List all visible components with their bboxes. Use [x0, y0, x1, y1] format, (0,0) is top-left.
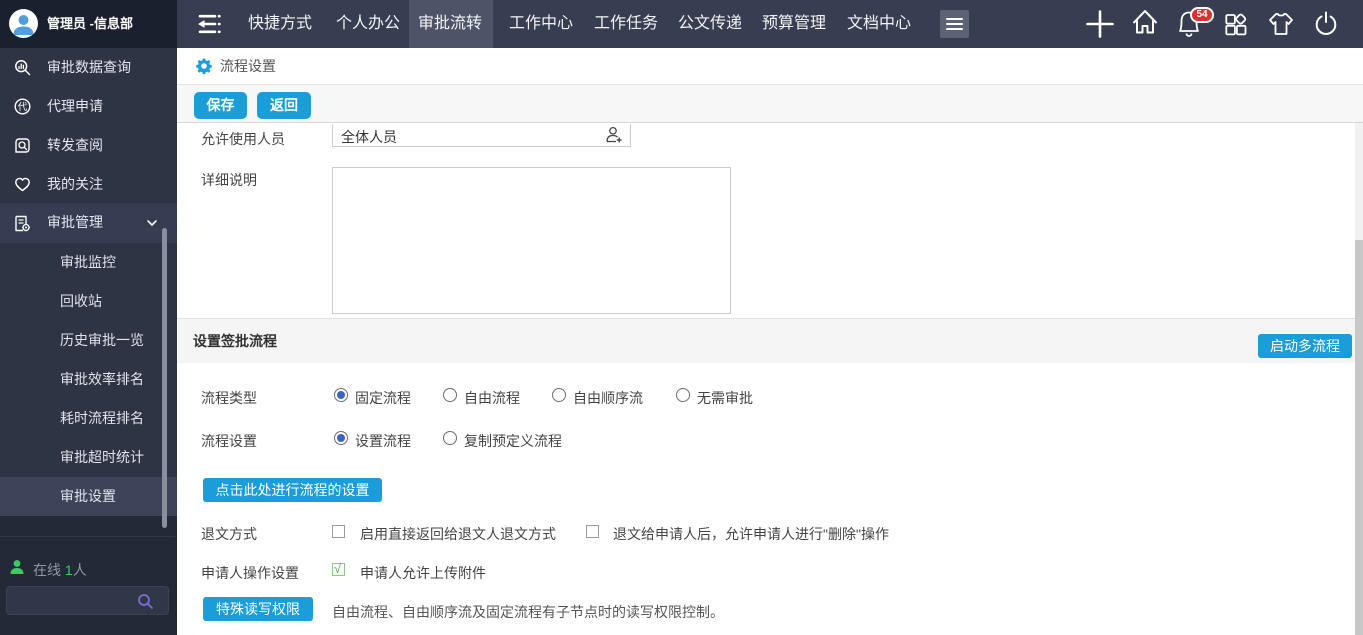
svg-text:代: 代: [18, 102, 28, 113]
